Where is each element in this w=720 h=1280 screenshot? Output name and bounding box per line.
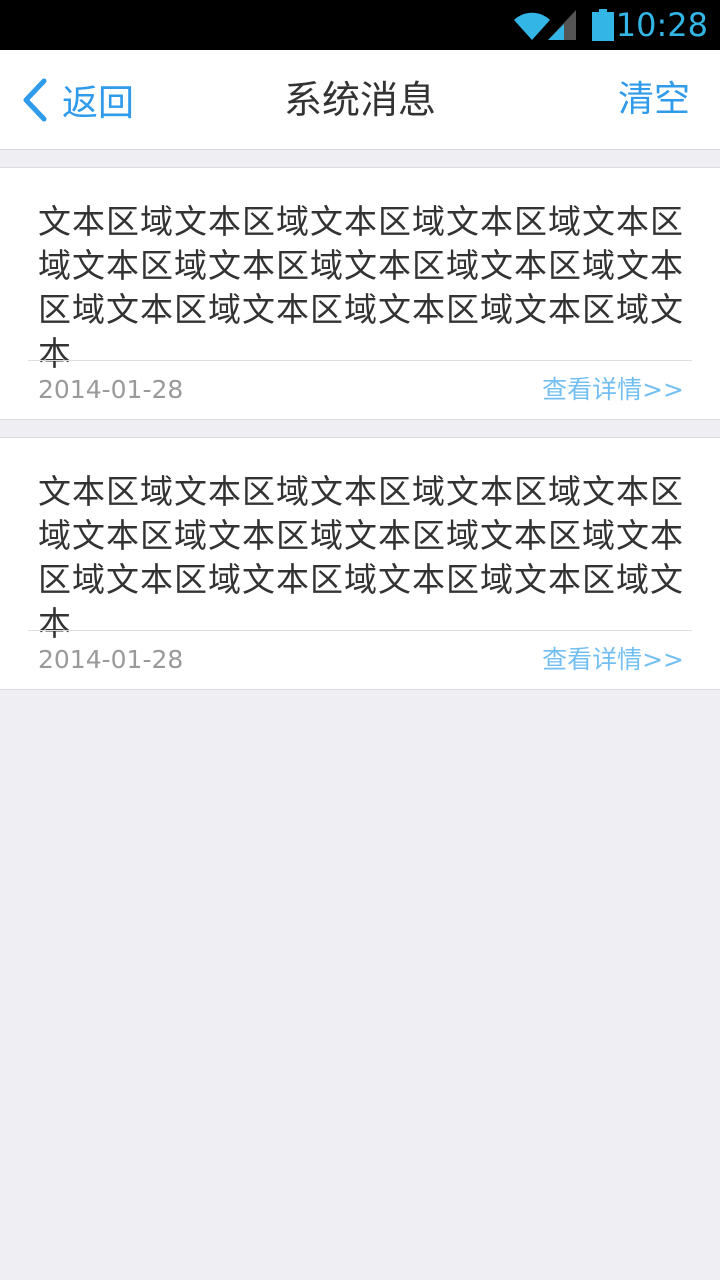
signal-icon xyxy=(548,10,576,40)
view-details-link[interactable]: 查看详情>> xyxy=(542,361,684,419)
clear-button[interactable]: 清空 xyxy=(618,50,690,150)
status-time: 10:28 xyxy=(615,6,708,44)
message-content: 文本区域文本区域文本区域文本区域文本区域文本区域文本区域文本区域文本区域文本区域… xyxy=(38,472,684,643)
navigation-header: 返回 系统消息 清空 xyxy=(0,50,720,150)
battery-icon xyxy=(592,9,614,41)
message-card: 文本区域文本区域文本区域文本区域文本区域文本区域文本区域文本区域文本区域文本区域… xyxy=(0,437,720,690)
status-bar: 10:28 xyxy=(0,0,720,50)
message-content: 文本区域文本区域文本区域文本区域文本区域文本区域文本区域文本区域文本区域文本区域… xyxy=(38,202,684,373)
message-date: 2014-01-28 xyxy=(38,645,184,674)
view-details-link[interactable]: 查看详情>> xyxy=(542,631,684,689)
page-title: 系统消息 xyxy=(283,78,436,122)
message-card: 文本区域文本区域文本区域文本区域文本区域文本区域文本区域文本区域文本区域文本区域… xyxy=(0,167,720,420)
message-date: 2014-01-28 xyxy=(38,375,184,404)
